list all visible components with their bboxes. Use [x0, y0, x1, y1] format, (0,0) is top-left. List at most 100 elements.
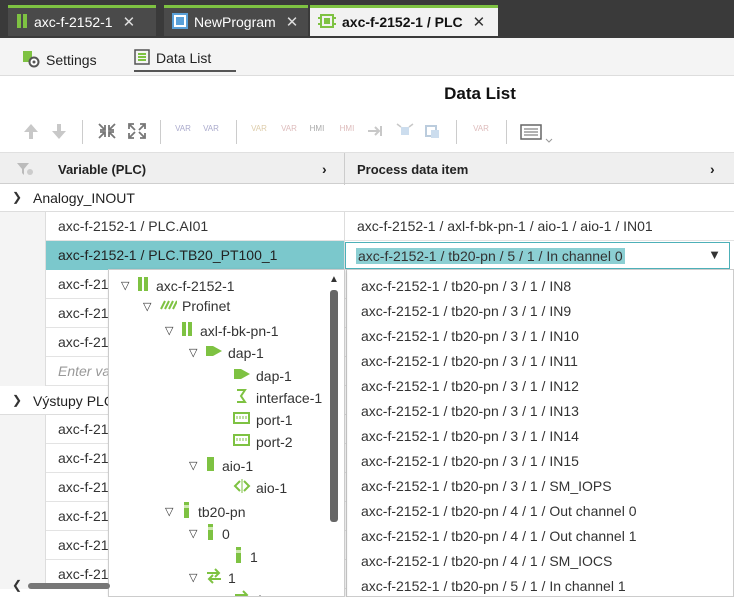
- view-options-icon[interactable]: [520, 122, 556, 143]
- chevron-down-icon[interactable]: ▽: [189, 527, 205, 540]
- tab-device[interactable]: axc-f-2152-1 ✕: [8, 5, 156, 36]
- variable-cell[interactable]: axc-f-2152-1 / PLC.DO05: [58, 537, 110, 553]
- tab-plc[interactable]: axc-f-2152-1 / PLC ✕: [310, 5, 498, 36]
- tree-node-label: 1: [256, 592, 264, 597]
- delete-var-icon[interactable]: VAR: [278, 122, 300, 142]
- variable-cell[interactable]: axc-f-2152-1 / PLC.DO02: [58, 450, 110, 466]
- variable-cell[interactable]: axc-f-2152-1 / PLC.AI03: [58, 305, 110, 321]
- variable-cell[interactable]: axc-f-2152-1 / PLC.AI02: [58, 276, 110, 292]
- column-process[interactable]: Process data item: [357, 162, 468, 177]
- tree-node[interactable]: port-2: [233, 433, 293, 450]
- subtab-settings-label: Settings: [46, 52, 97, 68]
- tree-node[interactable]: ▽ aio-1: [189, 456, 253, 475]
- close-icon[interactable]: ✕: [286, 13, 299, 31]
- variable-cell[interactable]: axc-f-2152-1 / PLC.DO01: [58, 421, 110, 437]
- delete-var-red-icon[interactable]: VAR: [470, 122, 492, 142]
- dropdown-option[interactable]: axc-f-2152-1 / tb20-pn / 4 / 1 / SM_IOCS: [361, 553, 612, 569]
- dropdown-option[interactable]: axc-f-2152-1 / tb20-pn / 5 / 1 / In chan…: [361, 578, 626, 594]
- chevron-down-icon[interactable]: ▽: [165, 505, 181, 518]
- subtab-data-list-label: Data List: [156, 50, 212, 66]
- tree-node[interactable]: ▽ Profinet: [143, 298, 230, 314]
- tree-node-label: 0: [222, 525, 230, 542]
- scroll-up-icon[interactable]: ▲: [329, 274, 339, 285]
- row-gutter: [0, 212, 46, 241]
- tree-node[interactable]: ▽ axc-f-2152-1: [121, 276, 235, 295]
- delete-hmi-icon[interactable]: HMI: [336, 122, 358, 142]
- scrollbar-thumb[interactable]: [330, 290, 338, 522]
- variable-cell[interactable]: axc-f-2152-1 / PLC.TB20_PT100_1: [58, 247, 338, 263]
- dropdown-option[interactable]: axc-f-2152-1 / tb20-pn / 3 / 1 / SM_IOPS: [361, 478, 612, 494]
- column-variable[interactable]: Variable (PLC): [58, 162, 146, 177]
- link-icon[interactable]: [422, 122, 444, 142]
- chevron-right-icon[interactable]: ›: [710, 161, 715, 177]
- tree-node[interactable]: dap-1: [233, 366, 292, 385]
- tab-newprogram[interactable]: NewProgram ✕: [164, 5, 308, 36]
- scrollbar-thumb[interactable]: [28, 583, 110, 589]
- scroll-left-icon[interactable]: ❮: [12, 578, 22, 592]
- chevron-down-icon[interactable]: ▽: [189, 346, 205, 359]
- dropdown-option[interactable]: axc-f-2152-1 / tb20-pn / 3 / 1 / IN14: [361, 428, 579, 444]
- assign-icon[interactable]: [394, 122, 416, 142]
- tree-node[interactable]: ▽ axl-f-bk-pn-1: [165, 321, 279, 340]
- filter-icon[interactable]: [16, 161, 34, 180]
- process-data-combobox[interactable]: axc-f-2152-1 / tb20-pn / 5 / 1 / In chan…: [345, 242, 730, 269]
- dropdown-option[interactable]: axc-f-2152-1 / tb20-pn / 3 / 1 / IN15: [361, 453, 579, 469]
- dap-icon: [205, 343, 223, 362]
- tree-node[interactable]: port-1: [233, 411, 293, 428]
- process-data-dropdown[interactable]: axc-f-2152-1 / tb20-pn / 3 / 1 / IN8 axc…: [346, 269, 734, 597]
- chevron-down-icon[interactable]: ▼: [708, 247, 721, 262]
- tree-node[interactable]: ▽ 1: [189, 568, 236, 587]
- chevron-down-icon[interactable]: ❯: [12, 393, 22, 407]
- chevron-down-icon[interactable]: ▽: [143, 300, 159, 313]
- dropdown-option[interactable]: axc-f-2152-1 / tb20-pn / 3 / 1 / IN13: [361, 403, 579, 419]
- plc-device-icon: [16, 13, 28, 32]
- add-hmi-icon[interactable]: HMI: [306, 122, 328, 142]
- variable-cell[interactable]: axc-f-2152-1 / PLC.DO04: [58, 508, 110, 524]
- add-var2-icon[interactable]: VAR: [200, 122, 222, 142]
- move-down-icon[interactable]: [48, 122, 70, 142]
- dropdown-option[interactable]: axc-f-2152-1 / tb20-pn / 4 / 1 / Out cha…: [361, 503, 637, 519]
- tree-node[interactable]: ▽ tb20-pn: [165, 501, 245, 522]
- close-icon[interactable]: ✕: [123, 13, 136, 31]
- combobox-value[interactable]: axc-f-2152-1 / tb20-pn / 5 / 1 / In chan…: [356, 248, 625, 264]
- subtab-data-list[interactable]: Data List: [134, 48, 236, 72]
- variable-tree-popup[interactable]: ▽ axc-f-2152-1 ▽ Profinet ▽ axl-f-bk-pn-…: [108, 269, 345, 597]
- group-analogy-inout[interactable]: ❯ Analogy_INOUT: [0, 184, 734, 212]
- expand-all-icon[interactable]: [126, 122, 148, 142]
- tree-node[interactable]: ▽ 0: [189, 523, 230, 544]
- dropdown-option[interactable]: axc-f-2152-1 / tb20-pn / 3 / 1 / IN9: [361, 303, 571, 319]
- data-list-icon: [134, 48, 150, 68]
- dropdown-option[interactable]: axc-f-2152-1 / tb20-pn / 3 / 1 / IN10: [361, 328, 579, 344]
- table-row[interactable]: axc-f-2152-1 / PLC.AI01 axc-f-2152-1 / a…: [0, 212, 734, 241]
- collapse-all-icon[interactable]: [96, 122, 118, 142]
- chevron-down-icon[interactable]: ▽: [189, 459, 205, 472]
- tree-node[interactable]: ▽ dap-1: [189, 343, 264, 362]
- close-icon[interactable]: ✕: [473, 13, 486, 31]
- chevron-down-icon[interactable]: ▽: [165, 324, 181, 337]
- new-variable-input[interactable]: Enter variable name: [58, 363, 110, 379]
- tree-node[interactable]: aio-1: [233, 478, 287, 497]
- tree-node[interactable]: 1: [233, 546, 258, 567]
- dropdown-option[interactable]: axc-f-2152-1 / tb20-pn / 3 / 1 / IN8: [361, 278, 571, 294]
- subtab-settings[interactable]: Settings: [22, 48, 97, 72]
- move-up-icon[interactable]: [20, 122, 42, 142]
- tree-node-label: axl-f-bk-pn-1: [200, 322, 279, 339]
- variable-cell[interactable]: axc-f-2152-1 / PLC.DO03: [58, 479, 110, 495]
- chevron-right-icon[interactable]: ›: [322, 161, 327, 177]
- grid-horizontal-scrollbar[interactable]: ❮: [10, 578, 110, 592]
- edit-var-icon[interactable]: VAR: [248, 122, 270, 142]
- tree-scrollbar[interactable]: ▲: [329, 274, 340, 522]
- process-cell[interactable]: axc-f-2152-1 / axl-f-bk-pn-1 / aio-1 / a…: [357, 218, 653, 234]
- tree-node[interactable]: 1: [233, 590, 264, 597]
- chevron-down-icon[interactable]: ▽: [189, 571, 205, 584]
- dropdown-option[interactable]: axc-f-2152-1 / tb20-pn / 4 / 1 / Out cha…: [361, 528, 637, 544]
- add-var-icon[interactable]: VAR: [172, 122, 194, 142]
- connect-icon[interactable]: [364, 122, 386, 142]
- variable-cell[interactable]: axc-f-2152-1 / PLC.AI01: [58, 218, 338, 234]
- dropdown-option[interactable]: axc-f-2152-1 / tb20-pn / 3 / 1 / IN12: [361, 378, 579, 394]
- dropdown-option[interactable]: axc-f-2152-1 / tb20-pn / 3 / 1 / IN11: [361, 353, 578, 369]
- variable-cell[interactable]: axc-f-2152-1 / PLC.AI04: [58, 334, 110, 350]
- chevron-down-icon[interactable]: ▽: [121, 279, 137, 292]
- tree-node[interactable]: interface-1: [233, 388, 322, 407]
- chevron-down-icon[interactable]: ❯: [12, 190, 22, 204]
